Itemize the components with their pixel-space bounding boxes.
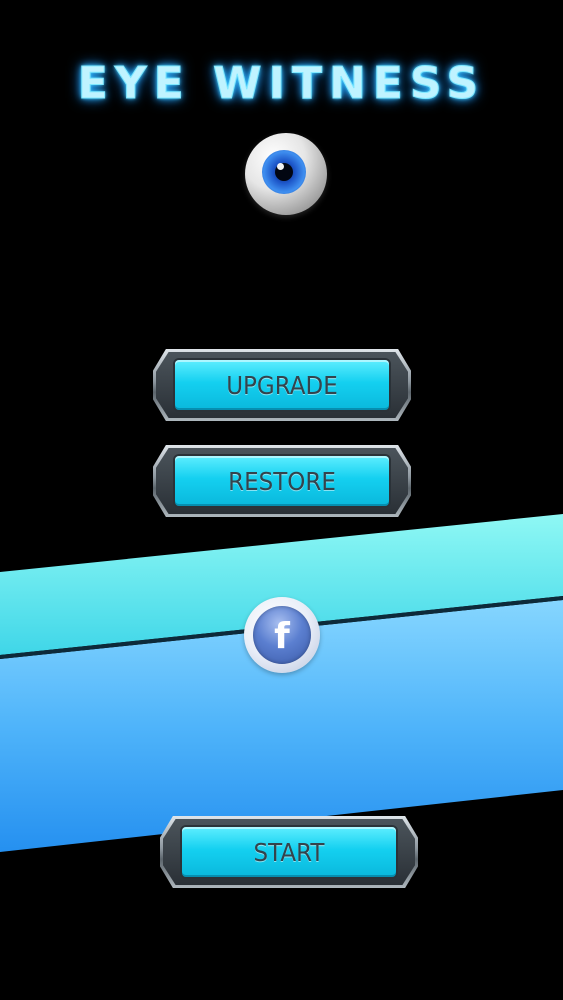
start-button[interactable]: START [160,816,418,888]
upgrade-button[interactable]: UPGRADE [153,349,411,421]
eyeball-logo [245,133,327,215]
game-title: EYE WITNESS [77,58,486,110]
restore-button-label: RESTORE [228,466,336,496]
start-button-label: START [253,837,325,867]
eye-iris [262,150,306,194]
restore-button[interactable]: RESTORE [153,445,411,517]
game-screen: EYE WITNESS UPGRADE RESTORE f START [0,0,563,1000]
eye-glint [277,163,284,170]
upgrade-button-label: UPGRADE [226,370,338,400]
facebook-button[interactable]: f [244,597,320,673]
facebook-glyph: f [274,616,290,657]
facebook-icon: f [253,606,311,664]
